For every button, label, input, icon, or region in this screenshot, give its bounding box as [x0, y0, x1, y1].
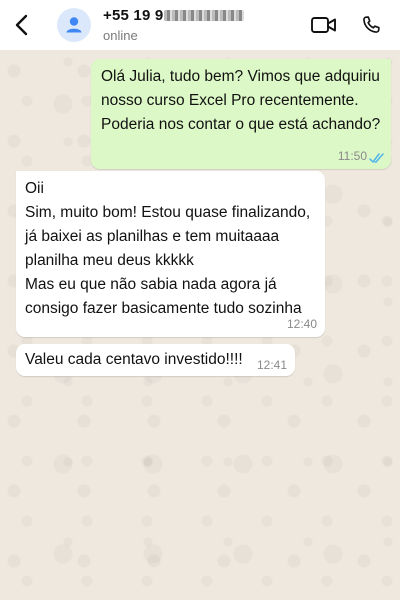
voice-call-button[interactable] — [360, 13, 382, 37]
read-ticks-icon — [369, 153, 384, 163]
contact-avatar[interactable] — [57, 8, 91, 42]
contact-phone-number: +55 19 9 — [103, 7, 164, 24]
message-text: Valeu cada centavo investido!!!! — [25, 351, 243, 368]
incoming-message[interactable]: Oii Sim, muito bom! Estou quase finaliza… — [16, 171, 325, 337]
phone-icon — [363, 16, 380, 33]
message-time: 12:40 — [286, 317, 317, 331]
contact-status: online — [103, 28, 138, 43]
back-arrow-icon — [15, 14, 28, 36]
video-call-button[interactable] — [310, 14, 338, 36]
user-icon — [66, 17, 82, 33]
chat-area[interactable]: Olá Julia, tudo bem? Vimos que adquiriu … — [0, 50, 400, 600]
chat-header: +55 19 9 online — [0, 0, 400, 50]
outgoing-message[interactable]: Olá Julia, tudo bem? Vimos que adquiriu … — [91, 59, 391, 169]
redaction-mask — [164, 10, 245, 21]
contact-name[interactable]: +55 19 9 — [103, 7, 245, 24]
back-button[interactable] — [12, 13, 32, 37]
video-camera-icon — [311, 17, 336, 33]
incoming-message[interactable]: Valeu cada centavo investido!!!! 12:41 — [16, 344, 295, 376]
message-time: 12:41 — [256, 358, 287, 372]
message-text: Oii Sim, muito bom! Estou quase finaliza… — [25, 180, 311, 317]
message-text: Olá Julia, tudo bem? Vimos que adquiriu … — [101, 68, 381, 133]
message-time: 11:50 — [337, 149, 367, 163]
